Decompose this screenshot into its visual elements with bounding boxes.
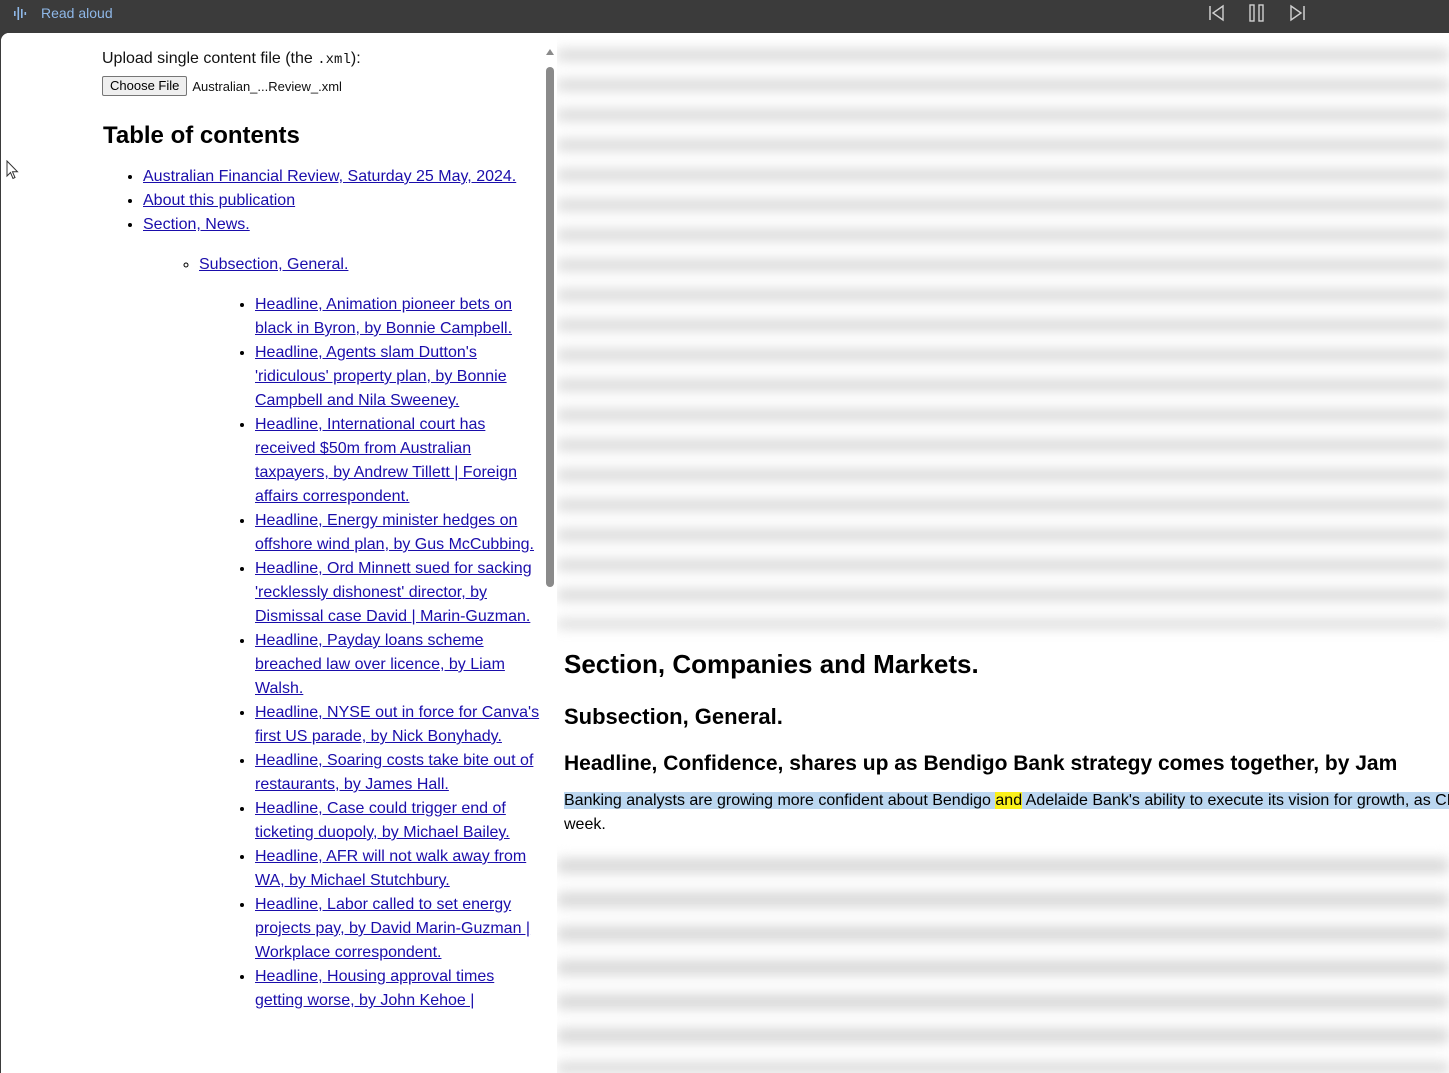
read-aloud-bar: Read aloud — [0, 0, 1449, 33]
toc-link-about[interactable]: About this publication — [143, 192, 295, 209]
toc-item: Headline, Housing approval times getting… — [255, 965, 543, 1013]
toc-link-headline[interactable]: Headline, Energy minister hedges on offs… — [255, 512, 534, 553]
section-title: Section, Companies and Markets. — [564, 649, 979, 679]
scrollbar-thumb[interactable] — [546, 67, 554, 587]
sidebar: Upload single content file (the .xml): C… — [1, 33, 557, 1073]
blurred-following-content — [557, 842, 1449, 1073]
toc-link-headline[interactable]: Headline, Housing approval times getting… — [255, 968, 494, 1009]
upload-label: Upload single content file (the .xml): — [102, 50, 361, 68]
article-paragraph: Banking analysts are growing more confid… — [564, 789, 1449, 837]
toc-item: Headline, Soaring costs take bite out of… — [255, 749, 543, 797]
toc-item: Headline, International court has receiv… — [255, 413, 543, 509]
choose-file-button[interactable]: Choose File — [102, 76, 188, 96]
toc-link-headline[interactable]: Headline, Animation pioneer bets on blac… — [255, 296, 512, 337]
toc-item: Headline, Energy minister hedges on offs… — [255, 509, 543, 557]
blurred-previous-content — [557, 33, 1449, 628]
toc-item: Headline, AFR will not walk away from WA… — [255, 845, 543, 893]
read-aloud-label: Read aloud — [41, 5, 113, 21]
selected-file-name: Australian_...Review_.xml — [192, 78, 342, 94]
toc-item: Headline, Payday loans scheme breached l… — [255, 629, 543, 701]
para-text-before: Banking analysts are growing more confid… — [564, 792, 996, 809]
toc-item: About this publication — [143, 189, 543, 213]
read-aloud-highlight: Banking analysts are growing more confid… — [564, 792, 1449, 809]
toc-title: Table of contents — [103, 122, 300, 149]
article-content: Section, Companies and Markets. Subsecti… — [557, 33, 1449, 1073]
headline-list: Headline, Animation pioneer bets on blac… — [199, 293, 543, 1013]
toc-item: Headline, Labor called to set energy pro… — [255, 893, 543, 965]
toc-item: Section, News. Subsection, General. Head… — [143, 213, 543, 1013]
toc-item: Headline, Animation pioneer bets on blac… — [255, 293, 543, 341]
sidebar-scrollbar[interactable] — [543, 47, 557, 1073]
para-text-after: Adelaide Bank's ability to execute its v… — [1022, 792, 1449, 809]
current-spoken-word: and — [995, 792, 1023, 809]
toc-link-headline[interactable]: Headline, Ord Minnett sued for sacking '… — [255, 560, 532, 625]
upload-label-prefix: Upload single content file (the — [102, 50, 318, 67]
toc-item: Headline, Case could trigger end of tick… — [255, 797, 543, 845]
toc-item: Subsection, General. Headline, Animation… — [199, 253, 543, 1013]
toc-link-publication[interactable]: Australian Financial Review, Saturday 25… — [143, 168, 516, 185]
toc-link-headline[interactable]: Headline, International court has receiv… — [255, 416, 517, 505]
para-line-2: week. — [564, 816, 606, 833]
upload-label-code: .xml — [317, 52, 351, 68]
toc-link-headline[interactable]: Headline, AFR will not walk away from WA… — [255, 848, 526, 889]
toc-item: Headline, NYSE out in force for Canva's … — [255, 701, 543, 749]
toc-item: Australian Financial Review, Saturday 25… — [143, 165, 543, 189]
subsection-title: Subsection, General. — [564, 704, 783, 729]
document-page: Upload single content file (the .xml): C… — [1, 33, 1449, 1073]
read-aloud-icon — [14, 7, 27, 20]
file-input[interactable]: Choose File Australian_...Review_.xml — [102, 76, 342, 96]
upload-label-suffix: ): — [350, 50, 361, 67]
toc-item: Headline, Agents slam Dutton's 'ridiculo… — [255, 341, 543, 413]
toc-link-headline[interactable]: Headline, Soaring costs take bite out of… — [255, 752, 533, 793]
toc-link-headline[interactable]: Headline, Case could trigger end of tick… — [255, 800, 510, 841]
toc-link-headline[interactable]: Headline, Payday loans scheme breached l… — [255, 632, 505, 697]
scroll-up-arrow-icon[interactable] — [546, 49, 554, 55]
toc-link-headline[interactable]: Headline, NYSE out in force for Canva's … — [255, 704, 539, 745]
next-icon[interactable] — [1287, 3, 1307, 23]
toc-link-headline[interactable]: Headline, Agents slam Dutton's 'ridiculo… — [255, 344, 507, 409]
article-headline: Headline, Confidence, shares up as Bendi… — [564, 752, 1398, 775]
toc-link-section-news[interactable]: Section, News. — [143, 216, 250, 233]
table-of-contents: Australian Financial Review, Saturday 25… — [103, 165, 543, 1013]
toc-link-headline[interactable]: Headline, Labor called to set energy pro… — [255, 896, 530, 961]
toc-link-subsection-general[interactable]: Subsection, General. — [199, 256, 348, 273]
pause-icon[interactable] — [1247, 3, 1267, 23]
previous-icon[interactable] — [1207, 3, 1227, 23]
mouse-cursor-icon — [6, 160, 19, 180]
toc-item: Headline, Ord Minnett sued for sacking '… — [255, 557, 543, 629]
